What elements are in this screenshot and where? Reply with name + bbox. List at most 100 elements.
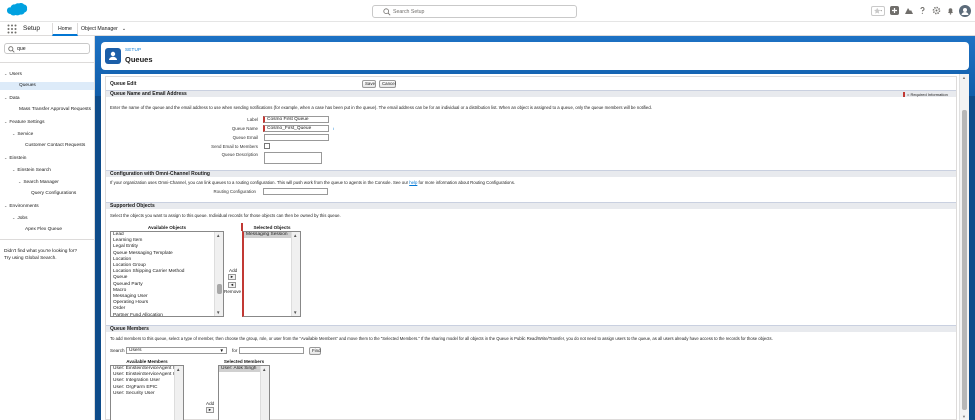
list-option[interactable]: Partner Fund Allocation <box>111 313 223 316</box>
tab-home[interactable]: Home <box>52 23 78 36</box>
search-type-label: Search <box>110 348 125 353</box>
selected-members-list[interactable]: User: Alok Singh ▲ <box>218 365 270 420</box>
search-type-select[interactable]: Users ▼ <box>126 347 227 354</box>
frame-scrollbar[interactable]: ▲ ▼ <box>959 74 969 420</box>
add-arrow-button[interactable]: ► <box>228 274 236 280</box>
tree-item-label: Einstein Search <box>17 168 51 173</box>
routing-help-link[interactable]: help <box>409 180 417 185</box>
chevron-down-icon: ⌄ <box>12 131 16 136</box>
tree-item-label: Einstein <box>9 156 27 161</box>
list-option[interactable]: User: Security User <box>111 391 183 397</box>
scroll-up-icon[interactable]: ▲ <box>216 233 220 238</box>
help-icon[interactable] <box>917 6 927 16</box>
trailhead-icon[interactable] <box>903 6 913 16</box>
remove-arrow-button[interactable]: ◄ <box>228 282 236 288</box>
routing-configuration-input[interactable] <box>263 188 328 195</box>
list-scrollbar[interactable]: ▲ <box>174 366 183 420</box>
members-add-arrow-button[interactable]: ► <box>206 407 214 413</box>
tree-item-label: Customer Contact Requests <box>25 143 86 148</box>
tree-item-environments[interactable]: ⌄ Environments <box>4 203 39 209</box>
tree-item-users[interactable]: ⌄ Users <box>4 71 22 77</box>
tree-item-jobs[interactable]: ⌄ Jobs <box>12 215 28 221</box>
send-email-checkbox[interactable] <box>264 143 270 149</box>
cancel-button[interactable]: Cancel <box>379 80 396 88</box>
tree-item-apex-flex-queue[interactable]: Apex Flex Queue <box>25 227 62 232</box>
scroll-up-icon[interactable]: ▲ <box>962 75 966 80</box>
scrollbar-thumb[interactable] <box>962 110 967 410</box>
tree-item-feature-settings[interactable]: ⌄ Feature Settings <box>4 119 45 125</box>
tab-object-manager[interactable]: Object Manager ⌄ <box>76 23 131 36</box>
list-scrollbar[interactable]: ▲ ▼ <box>291 232 300 316</box>
scrollbar-thumb[interactable] <box>217 284 222 294</box>
queue-name-input[interactable]: Cosmo_First_Queue <box>263 125 329 132</box>
sidebar-divider <box>0 62 94 63</box>
tree-item-label: Query Configurations <box>31 191 77 196</box>
add-label: Add <box>229 268 238 273</box>
tree-item-label: Service <box>17 132 34 137</box>
global-actions-plus-icon[interactable] <box>889 6 899 16</box>
find-button[interactable]: Find <box>309 347 321 355</box>
members-instructions: To add members to this queue, select a t… <box>110 336 773 341</box>
tree-item-label: Search Manager <box>23 180 59 185</box>
notifications-bell-icon[interactable] <box>945 6 955 16</box>
page-header: SETUP Queues <box>101 42 969 70</box>
required-marker <box>903 92 905 98</box>
queue-description-textarea[interactable] <box>264 152 322 164</box>
tree-item-mass-transfer-approval-requests[interactable]: Mass Transfer Approval Requests <box>19 107 91 112</box>
queue-email-input[interactable] <box>264 134 329 141</box>
tree-item-query-configurations[interactable]: Query Configurations <box>31 191 76 196</box>
send-email-label: Send Email to Members <box>211 144 258 149</box>
favorites-star-icon[interactable] <box>871 5 885 16</box>
tab-object-manager-label: Object Manager <box>81 26 118 32</box>
tree-item-service[interactable]: ⌄ Service <box>12 131 33 137</box>
available-objects-label: Available Objects <box>147 225 187 230</box>
quick-find-input[interactable]: que <box>4 43 90 54</box>
selected-objects-list[interactable]: Messaging Session ▲ ▼ <box>242 231 301 317</box>
scroll-up-icon[interactable]: ▲ <box>293 233 297 238</box>
tree-item-search-manager[interactable]: ⌄ Search Manager <box>18 179 59 185</box>
quick-find-value: que <box>17 46 26 52</box>
global-header: Search Setup <box>0 0 975 22</box>
app-launcher-icon[interactable] <box>7 24 17 34</box>
section-bar <box>106 90 956 97</box>
selected-objects-label: Selected Objects <box>253 225 291 230</box>
chevron-down-icon[interactable]: ⌄ <box>122 26 126 32</box>
available-members-label: Available Members <box>126 359 168 364</box>
user-avatar-icon[interactable] <box>959 4 971 17</box>
global-search-input[interactable]: Search Setup <box>372 5 577 18</box>
for-label: for <box>232 348 238 353</box>
setup-sidebar: que ⌄ Users Queues ⌄ Data Mass Transfer Ap… <box>0 36 95 420</box>
tree-item-label: Users <box>9 72 22 77</box>
queues-page-icon <box>105 48 121 64</box>
tree-item-queues[interactable]: Queues <box>0 82 94 90</box>
tree-item-label: Queues <box>19 83 36 88</box>
tree-item-einstein[interactable]: ⌄ Einstein <box>4 155 26 161</box>
available-members-list[interactable]: User: EinsteinServiceAgent User User: Ein… <box>110 365 184 420</box>
tree-item-einstein-search[interactable]: ⌄ Einstein Search <box>12 167 51 173</box>
setup-gear-icon[interactable] <box>931 6 941 16</box>
tree-item-data[interactable]: ⌄ Data <box>4 95 20 101</box>
no-result-hint: Didn't find what you're looking for? Try… <box>4 248 77 262</box>
scroll-down-icon[interactable]: ▼ <box>216 310 220 315</box>
save-button[interactable]: Save <box>362 80 376 88</box>
list-scrollbar[interactable]: ▲ ▼ <box>214 232 223 316</box>
scroll-down-icon[interactable]: ▼ <box>962 414 966 419</box>
available-objects-list[interactable]: Lead Learning Item Legal Entity Queue Messa… <box>110 231 224 317</box>
scroll-up-icon[interactable]: ▲ <box>262 367 266 372</box>
tree-item-label: Data <box>9 96 20 101</box>
tree-item-customer-contact-requests[interactable]: Customer Contact Requests <box>25 143 85 148</box>
scroll-down-icon[interactable]: ▼ <box>293 310 297 315</box>
section-bar <box>106 170 956 177</box>
app-navigation-bar: Setup Home Object Manager ⌄ <box>0 22 975 36</box>
routing-text: If your organization uses Omni-Channel, … <box>110 180 409 185</box>
info-icon[interactable]: i <box>333 126 334 131</box>
list-scrollbar[interactable]: ▲ <box>260 366 269 420</box>
scroll-up-icon[interactable]: ▲ <box>176 367 180 372</box>
no-result-line1: Didn't find what you're looking for? <box>4 249 78 254</box>
member-search-input[interactable] <box>239 347 304 354</box>
label-input[interactable]: Cosmo First Queue <box>263 116 329 123</box>
salesforce-logo[interactable] <box>6 3 28 18</box>
queue-edit-frame: ▲ ▼ Queue Edit Save Cancel Queue Name an… <box>101 74 969 420</box>
chevron-down-icon: ⌄ <box>4 155 8 160</box>
routing-instructions: If your organization uses Omni-Channel, … <box>110 180 515 185</box>
